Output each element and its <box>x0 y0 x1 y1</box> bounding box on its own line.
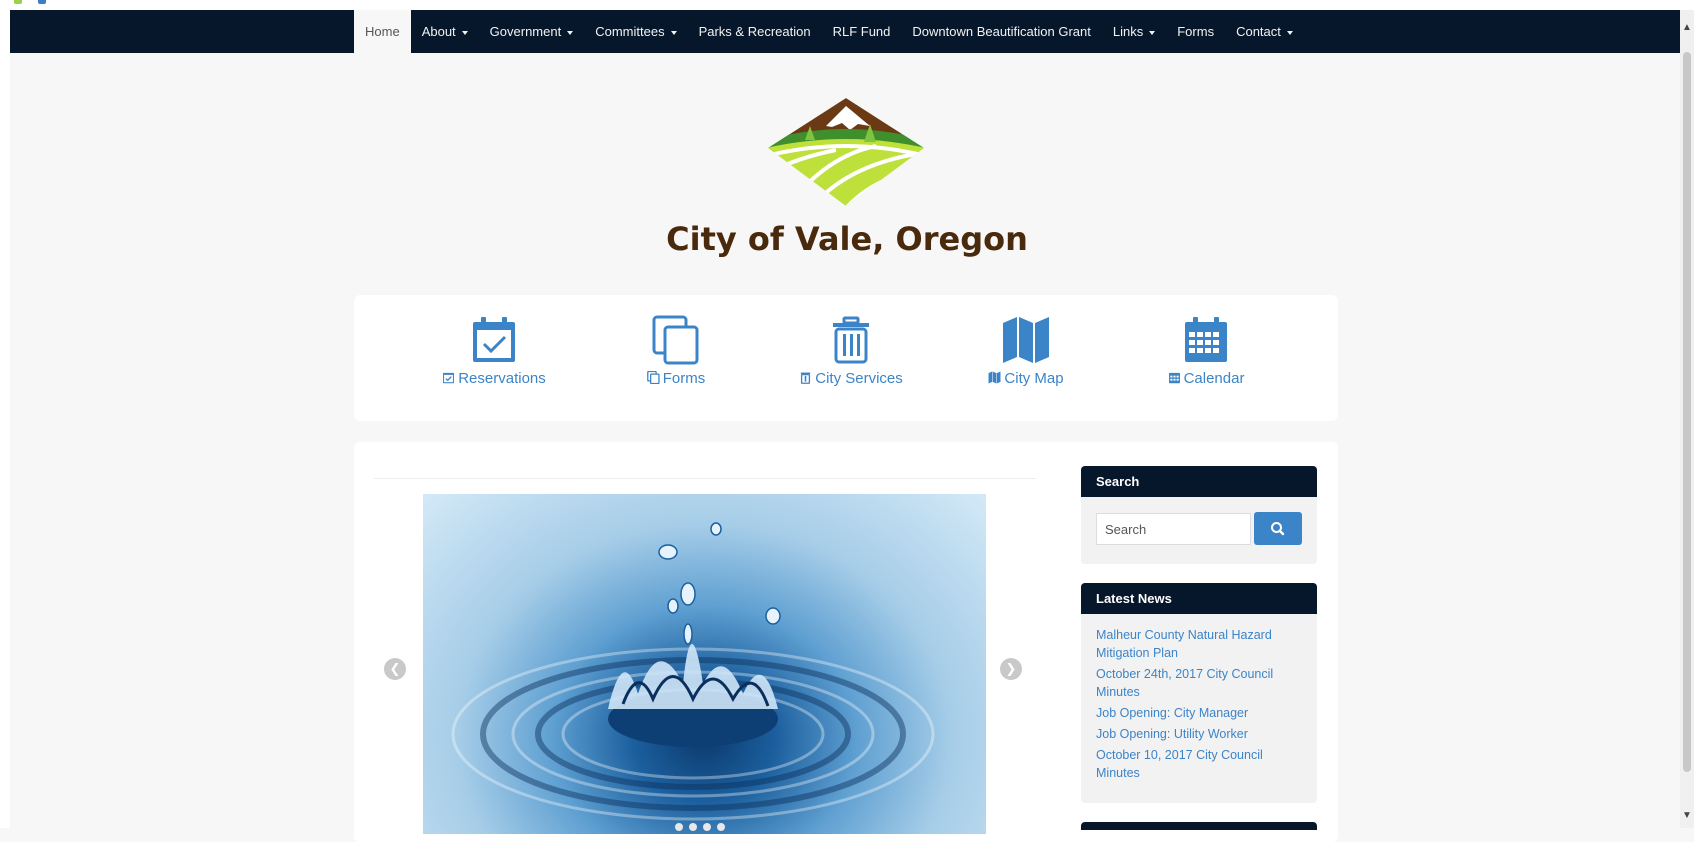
news-link[interactable]: October 24th, 2017 City Council Minutes <box>1096 665 1302 701</box>
nav-label: Government <box>489 24 562 39</box>
map-icon <box>988 371 1001 384</box>
map-icon <box>1003 317 1049 363</box>
browser-top-strip <box>0 0 1694 10</box>
scrollbar-thumb[interactable] <box>1683 52 1691 772</box>
quick-link-label: City Map <box>1004 370 1064 387</box>
copy-icon <box>652 315 699 365</box>
nav-label: Links <box>1112 24 1144 39</box>
water-splash-illustration <box>451 522 935 821</box>
caret-down-icon <box>1149 30 1156 35</box>
latest-news-widget: Latest News Malheur County Natural Hazar… <box>1081 583 1317 803</box>
quick-link-label: Forms <box>662 370 706 387</box>
search-widget: Search <box>1081 466 1317 564</box>
scroll-up-icon[interactable]: ▲ <box>1682 22 1692 33</box>
site-title: City of Vale, Oregon <box>666 220 1028 258</box>
quick-link-reservations[interactable]: Reservations <box>409 315 579 387</box>
search-input[interactable] <box>1096 513 1251 545</box>
slider-next-button[interactable]: ❯ <box>1000 658 1022 680</box>
quick-link-city-services[interactable]: City Services <box>766 315 936 387</box>
quick-link-label: Calendar <box>1183 370 1245 387</box>
quick-links-panel: Reservations Forms City Services City Ma… <box>354 295 1338 421</box>
slider-divider <box>374 478 1036 479</box>
calendar-check-icon <box>443 372 455 384</box>
scroll-down-icon[interactable]: ▼ <box>1682 810 1692 821</box>
caret-down-icon <box>461 30 468 35</box>
calendar-icon <box>1185 317 1227 362</box>
quick-link-calendar[interactable]: Calendar <box>1121 315 1291 387</box>
trash-icon <box>801 372 811 384</box>
quick-link-label: Reservations <box>458 370 546 387</box>
news-link[interactable]: Malheur County Natural Hazard Mitigation… <box>1096 626 1302 662</box>
nav-label: About <box>421 24 456 39</box>
quick-link-forms[interactable]: Forms <box>591 315 761 387</box>
news-link[interactable]: Job Opening: City Manager <box>1096 704 1302 722</box>
slider-dot[interactable] <box>703 823 711 831</box>
search-widget-heading: Search <box>1081 466 1317 497</box>
nav-item-downtown-beautification-grant[interactable]: Downtown Beautification Grant <box>901 10 1101 53</box>
quick-link-label: City Services <box>815 370 903 387</box>
nav-item-about[interactable]: About <box>411 10 479 53</box>
calendar-check-icon <box>473 317 515 362</box>
nav-item-forms[interactable]: Forms <box>1166 10 1225 53</box>
bookmark-icon <box>38 0 46 4</box>
nav-item-home[interactable]: Home <box>354 10 411 53</box>
news-widget-heading: Latest News <box>1081 583 1317 614</box>
nav-label: Downtown Beautification Grant <box>912 24 1091 39</box>
search-icon <box>1271 522 1285 536</box>
slider-prev-button[interactable]: ❮ <box>384 658 406 680</box>
next-widget-heading <box>1081 822 1317 830</box>
nav-label: Parks & Recreation <box>698 24 811 39</box>
nav-label: RLF Fund <box>832 24 891 39</box>
nav-item-committees[interactable]: Committees <box>584 10 687 53</box>
caret-down-icon <box>567 30 574 35</box>
nav-label: Committees <box>595 24 665 39</box>
slider-dot[interactable] <box>717 823 725 831</box>
nav-label: Forms <box>1177 24 1215 39</box>
nav-item-parks-recreation[interactable]: Parks & Recreation <box>688 10 822 53</box>
nav-label: Contact <box>1236 24 1281 39</box>
caret-down-icon <box>1286 30 1293 35</box>
nav-item-contact[interactable]: Contact <box>1225 10 1304 53</box>
slider-dots <box>675 823 725 831</box>
copy-icon <box>646 371 660 384</box>
nav-item-rlf-fund[interactable]: RLF Fund <box>822 10 902 53</box>
caret-down-icon <box>670 30 677 35</box>
favicon-icon <box>14 0 22 4</box>
news-list: Malheur County Natural Hazard Mitigation… <box>1081 614 1317 782</box>
city-logo[interactable] <box>766 96 926 208</box>
quick-link-city-map[interactable]: City Map <box>941 315 1111 387</box>
news-link[interactable]: Job Opening: Utility Worker <box>1096 725 1302 743</box>
nav-item-government[interactable]: Government <box>479 10 585 53</box>
slider-image-water-drop[interactable] <box>423 494 986 834</box>
page-scrollbar[interactable]: ▲ ▼ <box>1680 10 1694 828</box>
nav-list: Home About Government Committees Parks &… <box>354 10 1304 53</box>
slider-dot[interactable] <box>689 823 697 831</box>
main-navbar: Home About Government Committees Parks &… <box>10 10 1680 53</box>
calendar-icon <box>1168 372 1180 384</box>
browser-left-strip <box>0 0 10 828</box>
slider-dot[interactable] <box>675 823 683 831</box>
nav-label: Home <box>365 24 400 39</box>
nav-item-links[interactable]: Links <box>1102 10 1166 53</box>
search-button[interactable] <box>1254 512 1302 545</box>
trash-icon <box>833 316 869 364</box>
news-link[interactable]: October 10, 2017 City Council Minutes <box>1096 746 1302 782</box>
